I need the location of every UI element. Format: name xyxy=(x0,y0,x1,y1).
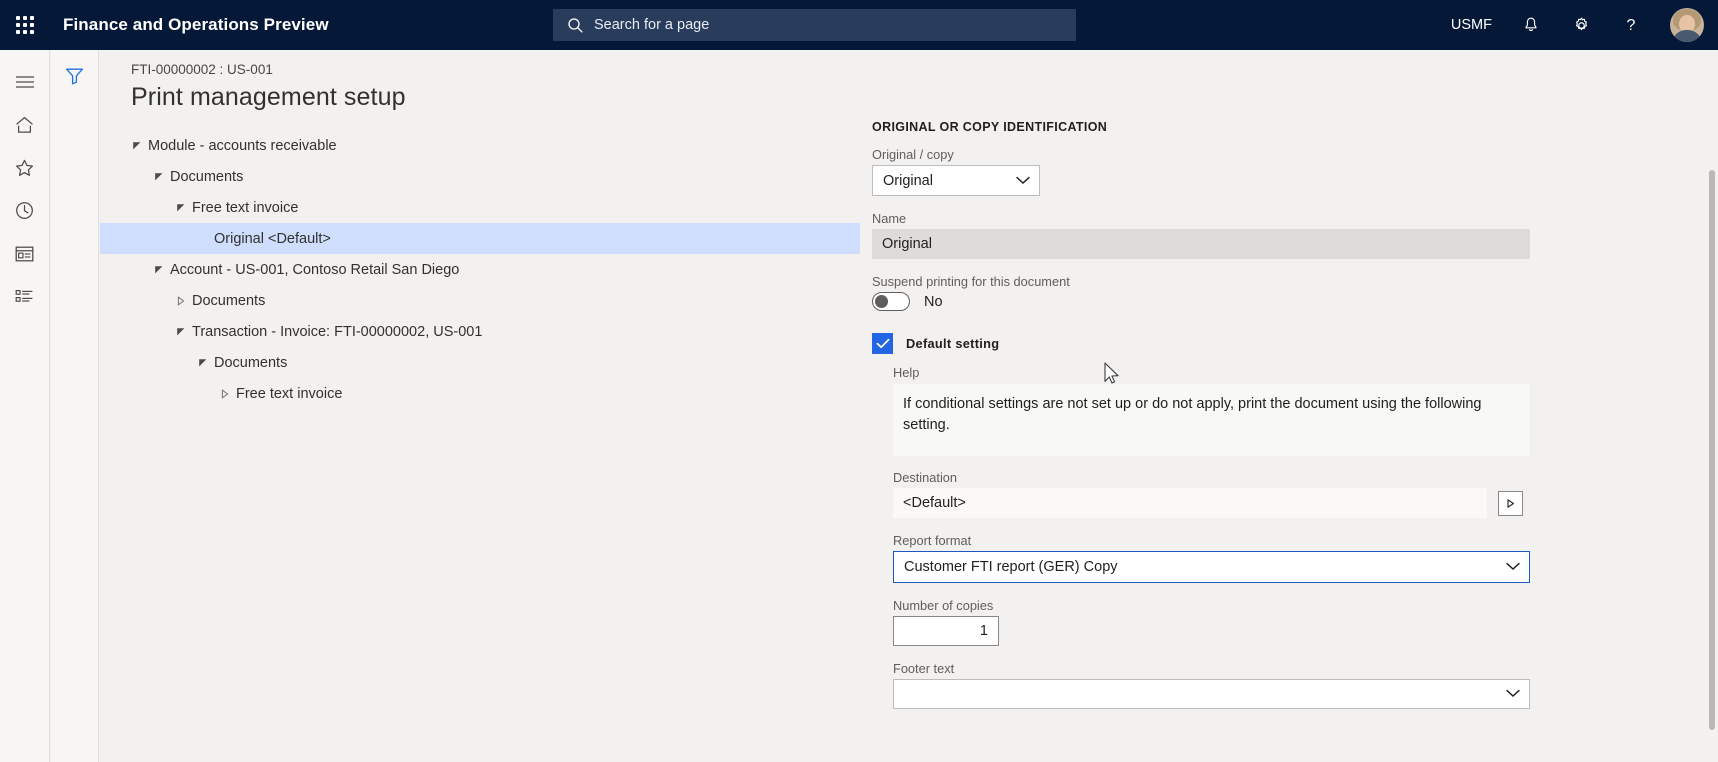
name-label: Name xyxy=(872,211,907,226)
tree-node-label: Documents xyxy=(192,292,266,309)
name-field: Name Original xyxy=(872,211,1652,259)
caret-collapsed-icon[interactable] xyxy=(170,295,192,306)
print-management-tree: Module - accounts receivable Documents Fre… xyxy=(100,130,860,409)
default-setting-checkbox[interactable] xyxy=(872,333,893,354)
app-launcher-icon[interactable] xyxy=(0,0,50,50)
original-copy-label: Original / copy xyxy=(872,147,954,162)
play-triangle-icon[interactable] xyxy=(1498,491,1523,516)
tree-node[interactable]: Transaction - Invoice: FTI-00000002, US-… xyxy=(100,316,860,347)
number-of-copies-field: Number of copies 1 xyxy=(893,598,1652,646)
tree-node[interactable]: Documents xyxy=(100,161,860,192)
number-of-copies-label: Number of copies xyxy=(893,598,994,613)
page-content: FTI-00000002 : US-001 Print management s… xyxy=(100,50,1718,762)
suspend-printing-field: Suspend printing for this document No xyxy=(872,274,1652,311)
svg-text:?: ? xyxy=(1627,17,1636,34)
page-title: Print management setup xyxy=(131,83,406,111)
chevron-down-icon xyxy=(1505,559,1521,575)
tree-node-label: Transaction - Invoice: FTI-00000002, US-… xyxy=(192,323,483,340)
tree-node-label: Free text invoice xyxy=(236,385,343,402)
suspend-printing-toggle[interactable] xyxy=(872,292,910,311)
section-title: Original or copy identification xyxy=(872,120,1108,134)
report-format-value: Customer FTI report (GER) Copy xyxy=(904,559,1118,575)
tree-node[interactable]: Module - accounts receivable xyxy=(100,130,860,161)
help-text: If conditional settings are not set up o… xyxy=(893,384,1530,456)
suspend-printing-value: No xyxy=(924,293,943,310)
destination-field: Destination <Default> xyxy=(893,470,1652,518)
tree-node-label: Account - US-001, Contoso Retail San Die… xyxy=(170,261,460,278)
destination-input[interactable]: <Default> xyxy=(893,488,1487,518)
tree-node-label: Free text invoice xyxy=(192,199,299,216)
name-value: Original xyxy=(872,229,1530,259)
footer-text-label: Footer text xyxy=(893,661,955,676)
detail-form: Original or copy identification Original… xyxy=(872,120,1652,724)
caret-expanded-icon[interactable] xyxy=(126,141,148,151)
company-selector[interactable]: USMF xyxy=(1437,0,1506,50)
help-label: Help xyxy=(893,365,920,380)
destination-label: Destination xyxy=(893,470,958,485)
search-input[interactable]: Search for a page xyxy=(553,9,1076,41)
top-navigation-bar: Finance and Operations Preview Search fo… xyxy=(0,0,1718,50)
tree-node[interactable]: Free text invoice xyxy=(100,378,860,409)
toggle-knob xyxy=(875,295,888,308)
report-format-select[interactable]: Customer FTI report (GER) Copy xyxy=(893,551,1530,583)
original-copy-field: Original / copy Original xyxy=(872,147,1652,196)
tree-node-label: Original <Default> xyxy=(214,230,331,247)
filter-funnel-icon[interactable] xyxy=(58,60,92,92)
modules-icon[interactable] xyxy=(0,275,50,318)
bell-icon[interactable] xyxy=(1506,0,1556,50)
report-format-field: Report format Customer FTI report (GER) … xyxy=(893,533,1652,583)
number-of-copies-input[interactable]: 1 xyxy=(893,616,999,646)
search-placeholder: Search for a page xyxy=(594,17,710,33)
default-setting-row[interactable]: Default setting xyxy=(872,333,1652,354)
caret-expanded-icon[interactable] xyxy=(170,327,192,337)
filter-pane xyxy=(51,50,99,762)
tree-node-label: Module - accounts receivable xyxy=(148,137,337,154)
caret-expanded-icon[interactable] xyxy=(148,265,170,275)
tree-node[interactable]: Documents xyxy=(100,347,860,378)
navigation-rail xyxy=(0,50,50,762)
tree-node[interactable]: Documents xyxy=(100,285,860,316)
chevron-down-icon xyxy=(1015,173,1031,189)
home-icon[interactable] xyxy=(0,103,50,146)
hamburger-icon[interactable] xyxy=(0,60,50,103)
search-icon xyxy=(567,17,584,34)
avatar[interactable] xyxy=(1656,0,1718,50)
question-mark-icon[interactable]: ? xyxy=(1606,0,1656,50)
tree-node[interactable]: Original <Default> xyxy=(100,223,860,254)
caret-expanded-icon[interactable] xyxy=(192,358,214,368)
caret-expanded-icon[interactable] xyxy=(148,172,170,182)
footer-text-select[interactable] xyxy=(893,679,1530,709)
tree-node-label: Documents xyxy=(170,168,244,185)
report-format-label: Report format xyxy=(893,533,972,548)
app-title: Finance and Operations Preview xyxy=(63,15,329,34)
original-copy-value: Original xyxy=(883,172,933,189)
tree-node[interactable]: Account - US-001, Contoso Retail San Die… xyxy=(100,254,860,285)
workspace-icon[interactable] xyxy=(0,232,50,275)
gear-icon[interactable] xyxy=(1556,0,1606,50)
topbar-actions: USMF ? xyxy=(1437,0,1718,50)
suspend-printing-label: Suspend printing for this document xyxy=(872,274,1070,289)
default-setting-body: Help If conditional settings are not set… xyxy=(893,365,1652,709)
star-icon[interactable] xyxy=(0,146,50,189)
original-copy-select[interactable]: Original xyxy=(872,165,1040,196)
vertical-scrollbar-thumb[interactable] xyxy=(1709,170,1715,730)
footer-text-field: Footer text xyxy=(893,661,1652,709)
breadcrumb[interactable]: FTI-00000002 : US-001 xyxy=(131,62,273,77)
clock-icon[interactable] xyxy=(0,189,50,232)
default-setting-label: Default setting xyxy=(906,336,1000,351)
tree-node-label: Documents xyxy=(214,354,288,371)
tree-node[interactable]: Free text invoice xyxy=(100,192,860,223)
chevron-down-icon xyxy=(1505,686,1521,702)
caret-expanded-icon[interactable] xyxy=(170,203,192,213)
help-field: Help If conditional settings are not set… xyxy=(893,365,1652,456)
caret-collapsed-icon[interactable] xyxy=(214,388,236,399)
